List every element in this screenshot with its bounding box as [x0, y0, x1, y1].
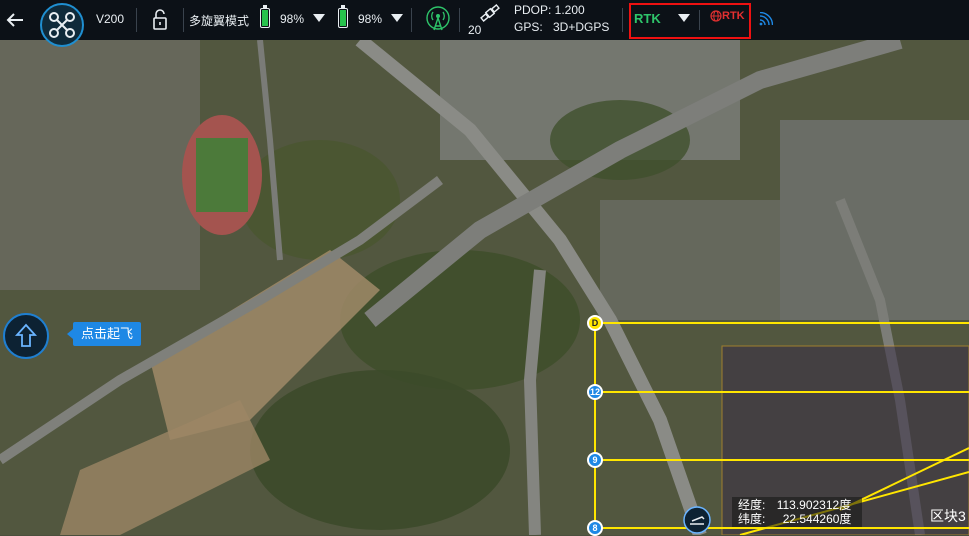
arrow-left-icon: [6, 13, 23, 27]
battery-1-percent: 98%: [280, 12, 305, 26]
battery-1-dropdown[interactable]: [313, 14, 325, 22]
arrow-up-icon: [14, 323, 38, 347]
battery-2-percent: 98%: [358, 12, 383, 26]
drone-button[interactable]: [39, 2, 85, 48]
latitude-value: 22.544260度: [782, 512, 852, 526]
flight-mode[interactable]: 多旋翼模式: [189, 12, 249, 29]
longitude-label: 经度:: [738, 498, 766, 512]
waypoint-start[interactable]: D: [587, 315, 603, 331]
battery-2-icon: [338, 5, 348, 28]
rtk-label[interactable]: RTK: [634, 11, 661, 26]
back-button[interactable]: [5, 10, 25, 30]
satellite-count: 20: [468, 23, 482, 37]
gps-label: GPS:: [514, 20, 543, 34]
coordinate-readout: 经度: 113.902312度 纬度: 22.544260度: [732, 497, 862, 527]
pdop-value: PDOP: 1.200: [514, 3, 585, 17]
longitude-value: 113.902312度: [776, 498, 852, 512]
area-label: 区块3: [930, 508, 966, 524]
top-status-bar: V200 多旋翼模式 98% 98% 20 PDOP: 1.200 GPS: 3…: [0, 0, 969, 47]
lock-button[interactable]: [152, 8, 168, 32]
takeoff-tooltip[interactable]: 点击起飞: [66, 322, 142, 346]
battery-1-icon: [260, 5, 270, 28]
network-rtk[interactable]: RTK: [710, 10, 745, 22]
signal-button[interactable]: [426, 6, 450, 32]
lock-open-icon: [153, 9, 167, 30]
rtk-dropdown[interactable]: [678, 14, 690, 22]
latitude-label: 纬度:: [738, 512, 766, 526]
satellite-icon: [479, 4, 501, 22]
satellite-map[interactable]: [0, 0, 969, 535]
battery-2-dropdown[interactable]: [391, 14, 403, 22]
drone-icon: [40, 3, 84, 47]
globe-icon: [710, 10, 722, 22]
drone-model: V200: [96, 12, 125, 26]
waypoint-9[interactable]: 9: [587, 452, 603, 468]
takeoff-button[interactable]: [3, 313, 49, 359]
signal-tower-icon: [426, 6, 450, 31]
waypoint-12[interactable]: 12: [587, 384, 603, 400]
network-rtk-label: RTK: [722, 10, 745, 22]
wifi-signal-icon: [759, 12, 773, 26]
waypoint-8[interactable]: 8: [587, 520, 603, 536]
landing-icon: [683, 506, 711, 534]
gps-mode: 3D+DGPS: [553, 20, 610, 34]
